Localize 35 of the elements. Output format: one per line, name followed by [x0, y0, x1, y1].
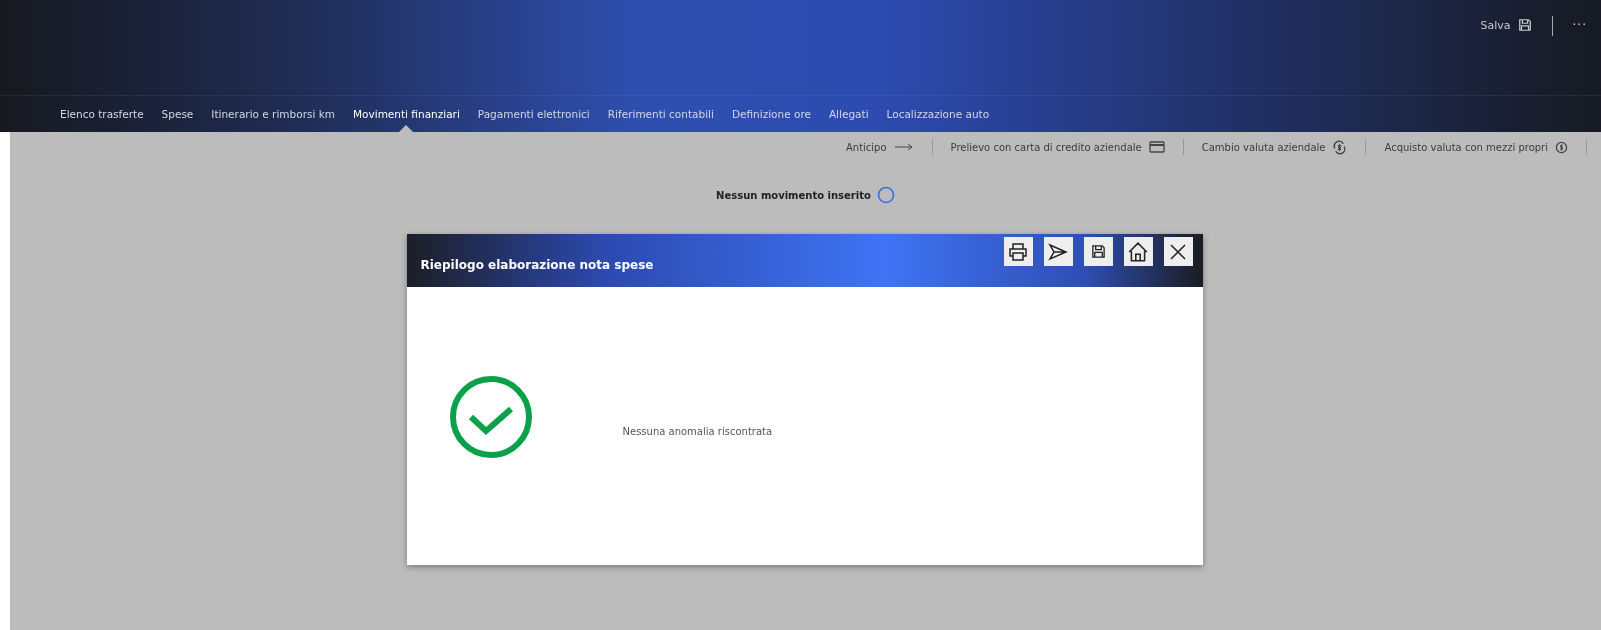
- tab[interactable]: Movimenti finanziari: [345, 96, 468, 132]
- send-icon: [1048, 241, 1068, 262]
- more-button[interactable]: ···: [1568, 16, 1591, 34]
- save-icon: [1090, 244, 1106, 259]
- tab[interactable]: Allegati: [820, 96, 877, 132]
- save-icon: [1517, 18, 1532, 32]
- tab[interactable]: Pagamenti elettronici: [469, 96, 598, 132]
- print-button[interactable]: [1003, 237, 1033, 266]
- status-message: Nessuna anomalia riscontrata: [622, 425, 773, 437]
- currency-exchange-icon: [1332, 139, 1348, 155]
- tab[interactable]: Spese: [153, 96, 202, 132]
- action-button[interactable]: Anticipo: [841, 139, 918, 155]
- home-icon: [1127, 240, 1149, 263]
- arrow-icon: [893, 142, 914, 152]
- dialog-title: Riepilogo elaborazione nota spese: [420, 258, 654, 272]
- action-button[interactable]: Cambio valuta aziendale: [1197, 137, 1352, 157]
- action-button[interactable]: Acquisto valuta con mezzi propri: [1380, 138, 1572, 156]
- check-circle-icon: [448, 375, 533, 459]
- close-button[interactable]: [1163, 237, 1193, 266]
- tab[interactable]: Elenco trasferte: [52, 96, 152, 132]
- circle-icon: [876, 186, 895, 204]
- tab[interactable]: Localizzazione auto: [878, 96, 998, 132]
- print-icon: [1008, 241, 1028, 262]
- close-icon: [1168, 241, 1188, 262]
- credit-card-icon: [1148, 141, 1165, 153]
- tab[interactable]: Itinerario e rimborsi km: [203, 96, 344, 132]
- tab[interactable]: Riferimenti contabili: [599, 96, 722, 132]
- coin-icon: [1555, 140, 1568, 154]
- save-button[interactable]: Salva: [1476, 16, 1536, 34]
- send-button[interactable]: [1043, 237, 1073, 266]
- save-button[interactable]: [1083, 237, 1113, 266]
- empty-message: Nessun movimento inserito: [716, 189, 871, 201]
- home-button[interactable]: [1123, 237, 1153, 266]
- tab[interactable]: Definizione ore: [723, 96, 819, 132]
- action-button[interactable]: Prelievo con carta di credito aziendale: [946, 139, 1169, 155]
